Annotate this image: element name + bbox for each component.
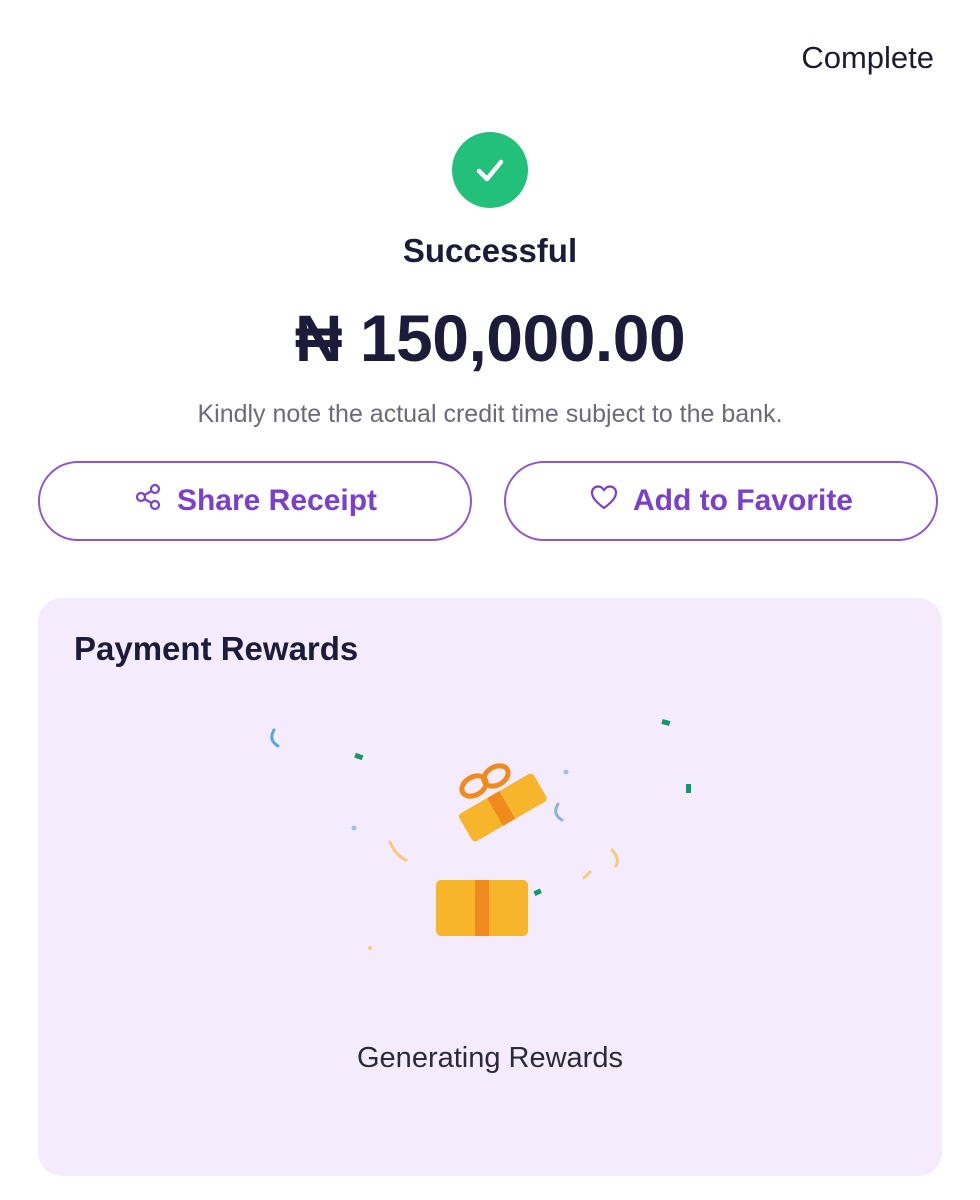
share-icon — [133, 482, 163, 520]
heart-icon — [589, 482, 619, 520]
add-to-favorite-label: Add to Favorite — [632, 484, 853, 517]
check-circle-icon — [452, 132, 528, 208]
payment-rewards-card: Payment Rewards Generating Rewards — [38, 598, 942, 1176]
share-receipt-button[interactable]: Share Receipt — [38, 461, 472, 541]
add-to-favorite-button[interactable]: Add to Favorite — [504, 461, 938, 541]
rewards-title: Payment Rewards — [74, 630, 359, 667]
credit-time-note: Kindly note the actual credit time subje… — [197, 400, 783, 428]
status-text: Successful — [402, 232, 578, 269]
gift-icon — [250, 688, 730, 988]
complete-button[interactable]: Complete — [801, 40, 934, 76]
amount-text: ₦ 150,000.00 — [294, 301, 686, 375]
rewards-status-text: Generating Rewards — [357, 1042, 623, 1074]
share-receipt-label: Share Receipt — [176, 484, 378, 517]
